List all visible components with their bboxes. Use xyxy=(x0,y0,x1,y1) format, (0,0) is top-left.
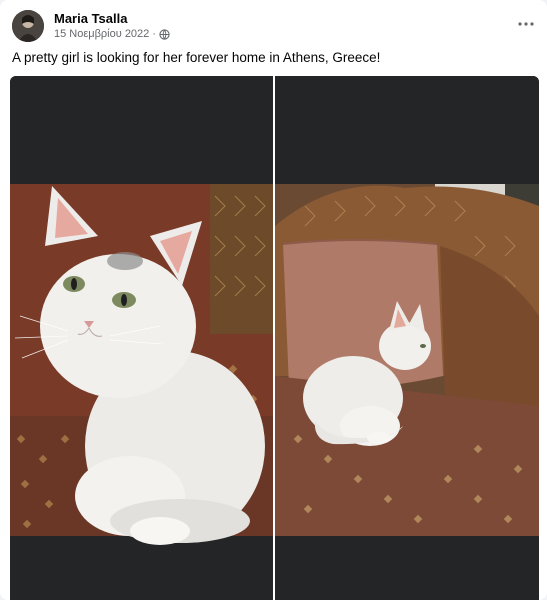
photo-kitten-closeup[interactable] xyxy=(10,76,273,600)
post-meta: 15 Νοεμβρίου 2022 · xyxy=(54,28,170,40)
globe-icon xyxy=(159,28,170,40)
facebook-post: Maria Tsalla 15 Νοεμβρίου 2022 · A prett… xyxy=(0,0,547,600)
post-date[interactable]: 15 Νοεμβρίου 2022 xyxy=(54,28,149,40)
post-header: Maria Tsalla 15 Νοεμβρίου 2022 · xyxy=(12,10,534,44)
post-caption: A pretty girl is looking for her forever… xyxy=(12,50,381,65)
photo-kitten-on-sofa[interactable] xyxy=(275,76,539,600)
author-name[interactable]: Maria Tsalla xyxy=(54,11,127,26)
kitten-closeup-image xyxy=(10,76,273,600)
avatar[interactable] xyxy=(12,10,44,42)
kitten-on-sofa-image xyxy=(275,76,539,600)
more-options-button[interactable] xyxy=(514,14,538,34)
avatar-image xyxy=(12,10,44,42)
more-options-icon xyxy=(518,22,534,26)
